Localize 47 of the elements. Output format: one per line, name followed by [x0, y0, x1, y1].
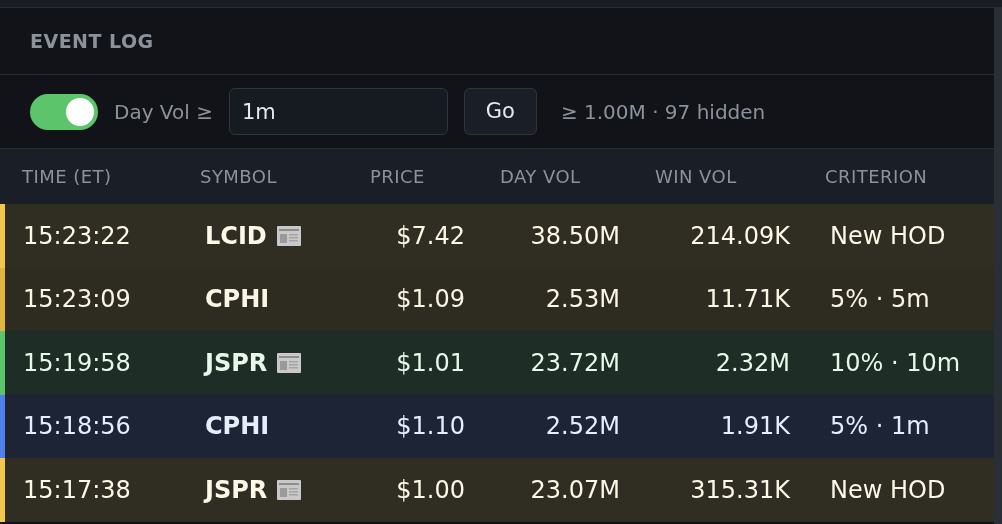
symbol-cell-text: JSPR	[205, 347, 268, 379]
table-cell-text: 214.09K	[689, 220, 791, 252]
input-field[interactable]: 1m	[228, 88, 448, 135]
table-cell-text: 15:23:22	[22, 220, 132, 252]
panel-title: EVENT LOG	[30, 28, 154, 54]
column-header: TIME (ET)	[21, 165, 113, 189]
go-button[interactable]: Go	[463, 88, 537, 135]
table-cell-text: 5% · 1m	[829, 411, 931, 443]
table-cell-text: 15:17:38	[22, 474, 132, 506]
table-cell-text: $1.10	[395, 411, 466, 443]
column-header: PRICE	[369, 165, 426, 189]
table-row[interactable]: 15:23:22 LCID $7.42 38.50M 214.09K New HOD	[0, 204, 994, 268]
table-cell-text: 38.50M	[529, 220, 621, 252]
table-row[interactable]: 15:17:38 JSPR $1.00 23.07M 315.31K New HOD	[0, 458, 994, 522]
table-cell-text: 15:18:56	[22, 411, 132, 443]
table-cell-text: New HOD	[829, 474, 947, 506]
table-cell-text: 10% · 10m	[829, 347, 962, 379]
table-row[interactable]: 15:23:09 CPHI $1.09 2.53M 11.71K 5% · 5m	[0, 267, 994, 331]
column-header: CRITERION	[824, 165, 929, 189]
table-cell-text: 23.72M	[529, 347, 621, 379]
table-cell-text: 23.07M	[529, 474, 621, 506]
filter-label: Day Vol ≥	[114, 98, 213, 126]
table-row[interactable]: 15:19:58 JSPR $1.01 23.72M 2.32M 10% · 10m	[0, 331, 994, 395]
symbol-cell-text: JSPR	[205, 474, 268, 506]
filter-summary: ≥ 1.00M · 97 hidden	[560, 98, 766, 126]
table-cell-text: 2.53M	[544, 284, 621, 316]
table-cell-text: 2.32M	[714, 347, 791, 379]
table-cell-text: $7.42	[395, 220, 466, 252]
table-row[interactable]: 15:18:56 CPHI $1.10 2.52M 1.91K 5% · 1m	[0, 394, 994, 458]
table-cell-text: $1.09	[395, 284, 466, 316]
table-cell-text: 2.52M	[544, 411, 621, 443]
column-header: SYMBOL	[199, 165, 278, 189]
column-header: WIN VOL	[654, 165, 738, 189]
table-cell-text: $1.01	[395, 347, 466, 379]
table-cell-text: 15:23:09	[22, 284, 132, 316]
table-cell-text: $1.00	[395, 474, 466, 506]
symbol-cell-text: CPHI	[205, 411, 270, 443]
symbol-cell-text: CPHI	[205, 284, 270, 316]
table-cell-text: New HOD	[829, 220, 947, 252]
table-cell-text: 315.31K	[689, 474, 791, 506]
table-cell-text: 1.91K	[719, 411, 791, 443]
table-cell-text: 11.71K	[704, 284, 791, 316]
table-cell-text: 15:19:58	[22, 347, 132, 379]
table-cell-text: 5% · 5m	[829, 284, 931, 316]
toggle-switch[interactable]	[30, 93, 98, 130]
symbol-cell-text: LCID	[205, 220, 267, 252]
column-header: DAY VOL	[499, 165, 582, 189]
